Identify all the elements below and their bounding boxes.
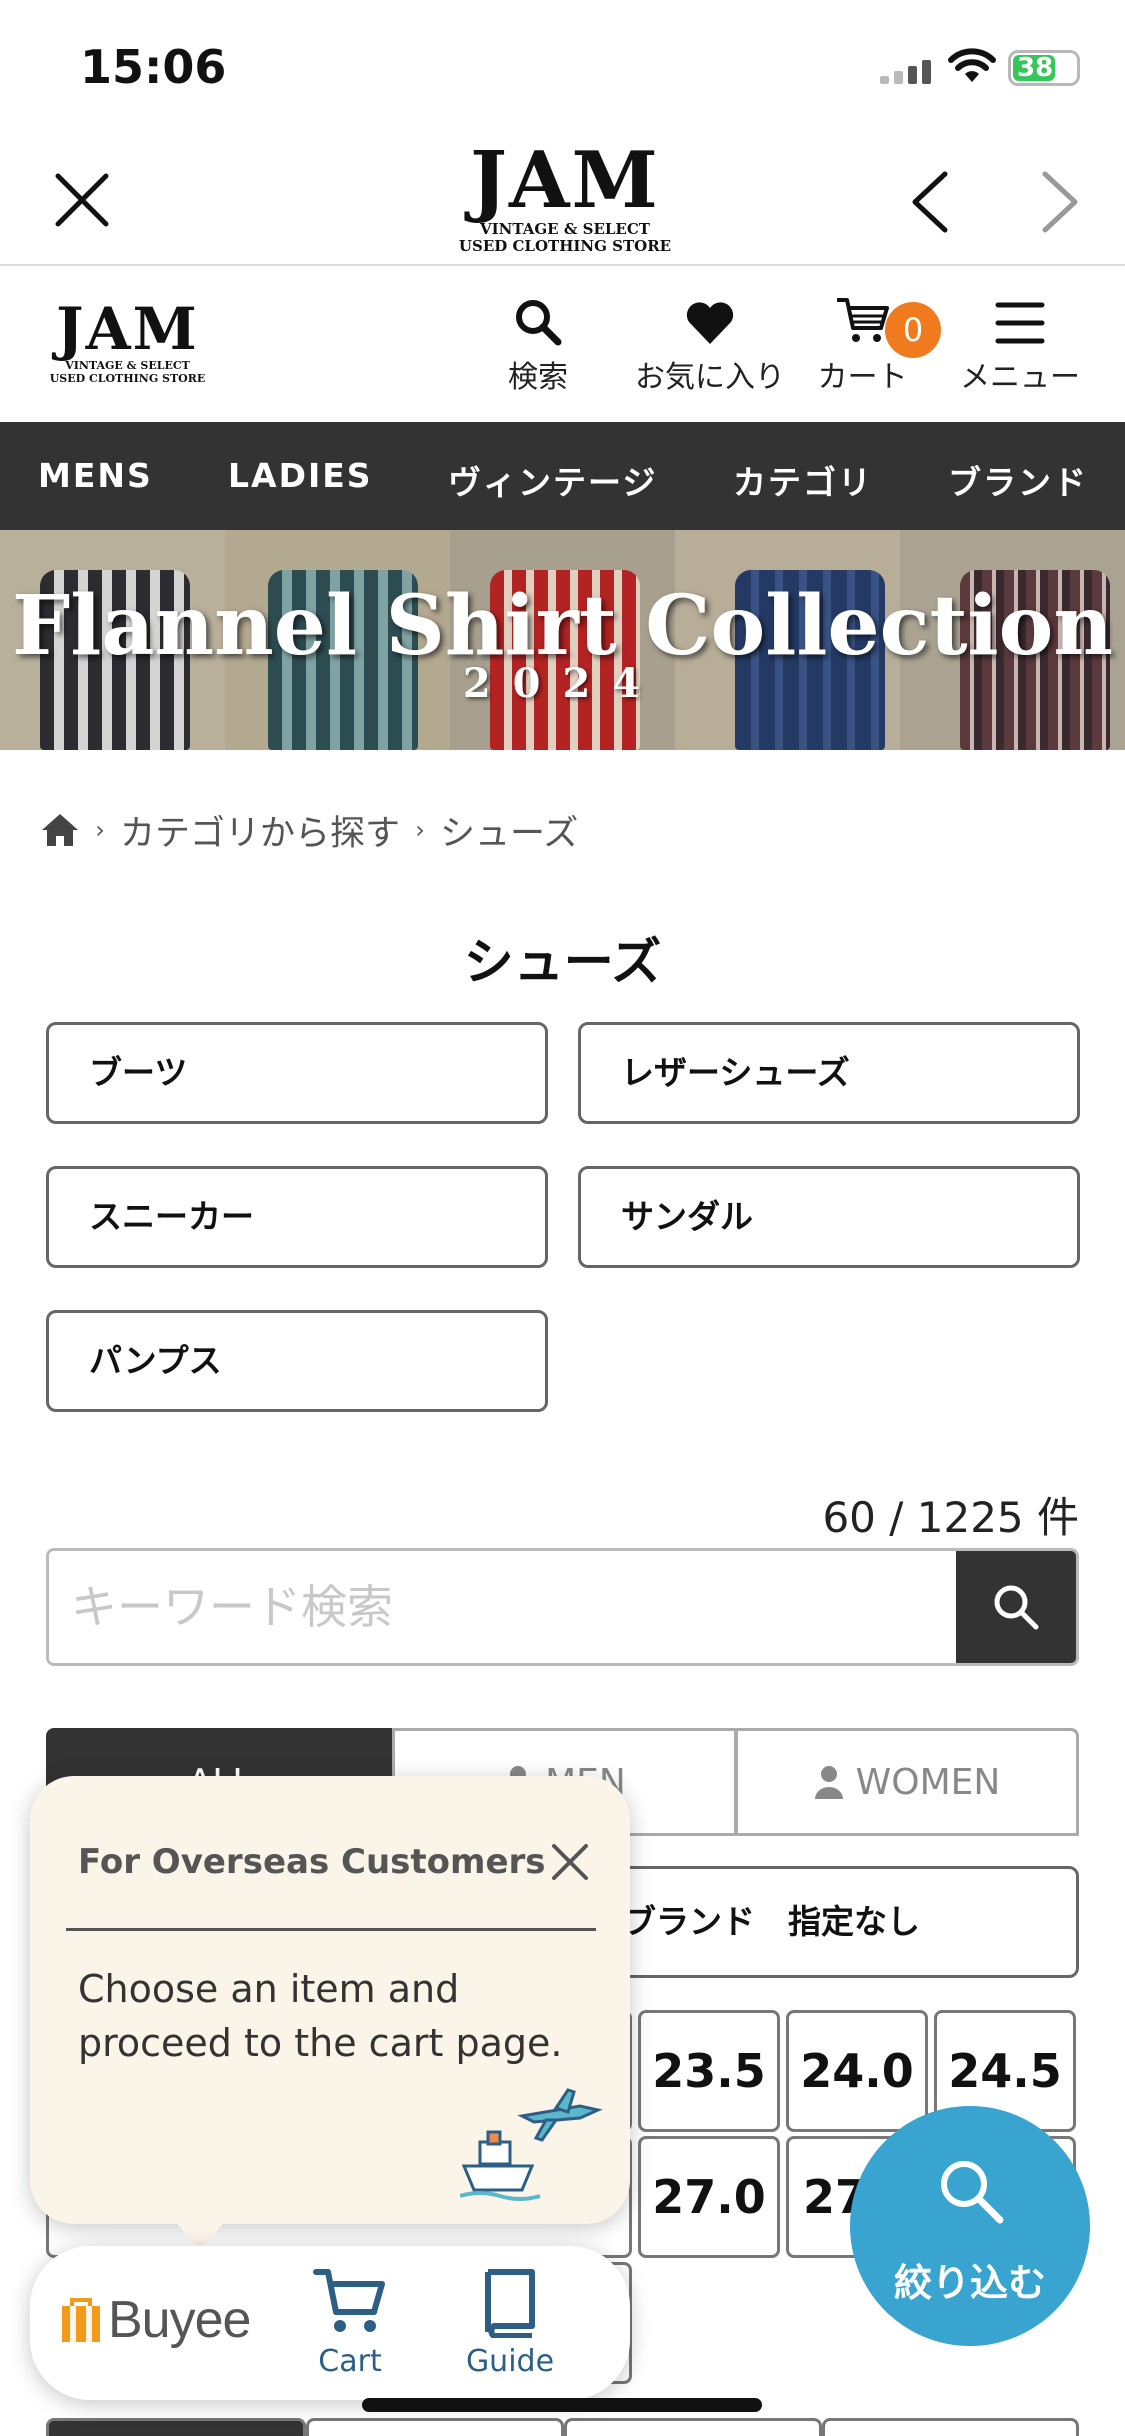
- overseas-customers-popup: For Overseas Customers Choose an item an…: [30, 1776, 630, 2250]
- buyee-cart-label: Cart: [318, 2344, 382, 2379]
- bottom-tab[interactable]: [564, 2418, 822, 2436]
- category-boots-button[interactable]: ブーツ: [46, 1022, 548, 1124]
- filter-button[interactable]: 絞り込む: [850, 2106, 1090, 2346]
- nav-item-mens[interactable]: MENS: [38, 456, 153, 495]
- popup-message: Choose an item and proceed to the cart p…: [78, 1967, 563, 2065]
- browser-toolbar: JAM VINTAGE & SELECT USED CLOTHING STORE: [0, 130, 1125, 266]
- keyword-search-input[interactable]: [49, 1551, 959, 1663]
- filter-button-label: 絞り込む: [893, 2261, 1046, 2305]
- status-bar: 15:06 38: [0, 0, 1125, 130]
- size-button[interactable]: 23.5: [638, 2010, 780, 2132]
- gender-tab-women-label: WOMEN: [855, 1761, 1001, 1803]
- close-icon[interactable]: [52, 170, 112, 230]
- site-logo[interactable]: JAM VINTAGE & SELECT USED CLOTHING STORE: [40, 300, 215, 384]
- breadcrumb: › カテゴリから探す › シューズ: [40, 800, 578, 860]
- buyee-cart-button[interactable]: Cart: [310, 2266, 390, 2379]
- bottom-tab[interactable]: [46, 2418, 306, 2436]
- cart-label: カート: [817, 360, 908, 395]
- keyword-search: [46, 1548, 1079, 1666]
- page-title: シューズ: [463, 933, 662, 991]
- status-time: 15:06: [80, 40, 227, 94]
- site-header: JAM VINTAGE & SELECT USED CLOTHING STORE…: [0, 268, 1125, 422]
- buyee-guide-label: Guide: [465, 2344, 555, 2379]
- heart-icon: [686, 302, 734, 344]
- nav-item-brand[interactable]: ブランド: [948, 456, 1088, 504]
- battery-icon: 38: [1008, 50, 1080, 86]
- bottom-tab[interactable]: [822, 2418, 1079, 2436]
- chevron-right-icon: ›: [415, 816, 425, 844]
- battery-level: 38: [1017, 53, 1054, 83]
- gender-tab-women[interactable]: WOMEN: [735, 1728, 1079, 1836]
- header-favorites-button[interactable]: お気に入り: [610, 290, 810, 396]
- jam-logo: JAM VINTAGE & SELECT USED CLOTHING STORE: [458, 135, 672, 255]
- header-menu-button[interactable]: メニュー: [955, 290, 1085, 396]
- category-sneakers-button[interactable]: スニーカー: [46, 1166, 548, 1268]
- popup-divider: [66, 1928, 596, 1931]
- shopping-bag-icon: [62, 2298, 100, 2342]
- brand-select[interactable]: ブランド 指定なし: [600, 1866, 1079, 1978]
- buyee-logo[interactable]: Buyee: [60, 2290, 251, 2350]
- breadcrumb-current: シューズ: [440, 813, 579, 854]
- main-nav: MENS LADIES ヴィンテージ カテゴリ ブランド: [0, 422, 1125, 530]
- back-chevron-icon[interactable]: [905, 170, 955, 234]
- cellular-signal-icon: [880, 60, 931, 84]
- size-button[interactable]: 27.0: [638, 2136, 780, 2258]
- cart-icon: [313, 2269, 385, 2332]
- keyword-search-button[interactable]: [956, 1551, 1076, 1663]
- forward-chevron-icon[interactable]: [1035, 170, 1085, 234]
- book-icon: [485, 2269, 535, 2339]
- nav-item-ladies[interactable]: LADIES: [228, 456, 373, 495]
- category-leather-shoes-button[interactable]: レザーシューズ: [578, 1022, 1080, 1124]
- category-pumps-button[interactable]: パンプス: [46, 1310, 548, 1412]
- chevron-right-icon: ›: [95, 816, 105, 844]
- bottom-tab[interactable]: [306, 2418, 564, 2436]
- close-icon[interactable]: [548, 1840, 592, 1884]
- nav-item-category[interactable]: カテゴリ: [733, 456, 873, 504]
- banner-year: 2024: [462, 660, 663, 707]
- wifi-icon: [948, 48, 996, 82]
- cart-count-badge: 0: [885, 302, 941, 358]
- result-count: 60 / 1225 件: [822, 1493, 1079, 1542]
- search-icon: [994, 1585, 1039, 1630]
- header-search-button[interactable]: 検索: [498, 290, 578, 396]
- search-icon: [516, 300, 562, 346]
- cart-icon: [836, 298, 889, 342]
- ship-and-plane-icon: [460, 2088, 603, 2201]
- nav-item-vintage[interactable]: ヴィンテージ: [448, 456, 657, 504]
- buyee-guide-button[interactable]: Guide: [460, 2266, 560, 2379]
- favorites-label: お気に入り: [635, 360, 785, 395]
- promo-banner[interactable]: Flannel Shirt Collection 2024: [0, 530, 1125, 750]
- search-label: 検索: [508, 360, 568, 395]
- person-icon: [814, 1766, 843, 1799]
- breadcrumb-category[interactable]: カテゴリから探す: [120, 805, 400, 856]
- home-icon[interactable]: [40, 810, 80, 850]
- home-indicator: [362, 2398, 762, 2412]
- menu-label: メニュー: [960, 360, 1080, 395]
- search-icon: [941, 2161, 1004, 2224]
- size-button[interactable]: 24.0: [786, 2010, 928, 2132]
- popup-pointer: [170, 2216, 230, 2250]
- popup-title: For Overseas Customers: [78, 1842, 546, 1882]
- category-sandals-button[interactable]: サンダル: [578, 1166, 1080, 1268]
- hamburger-menu-icon: [995, 302, 1045, 344]
- buyee-widget: Buyee Cart Guide: [30, 2246, 630, 2400]
